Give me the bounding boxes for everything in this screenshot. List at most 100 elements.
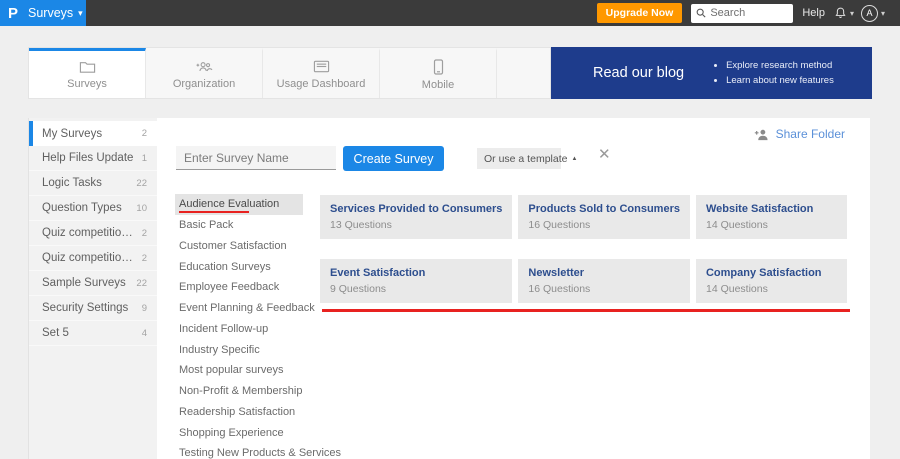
sidebar-item-count: 22 bbox=[136, 277, 147, 289]
category-item-employee-feedback[interactable]: Employee Feedback bbox=[175, 277, 303, 298]
folder-icon bbox=[79, 62, 95, 73]
sidebar-item-quiz-competition-2[interactable]: Quiz competition - ... 2 bbox=[29, 246, 157, 271]
folders-sidebar: My Surveys 2 Help Files Update 1 Logic T… bbox=[28, 118, 157, 459]
upgrade-now-button[interactable]: Upgrade Now bbox=[596, 3, 683, 23]
category-label: Basic Pack bbox=[179, 219, 234, 232]
blog-banner-bullets: Explore research method Learn about new … bbox=[726, 58, 834, 88]
category-label: Audience Evaluation bbox=[179, 198, 280, 211]
search-icon bbox=[696, 8, 706, 18]
close-template-panel-icon[interactable]: ✕ bbox=[598, 147, 611, 162]
sidebar-item-set-5[interactable]: Set 5 4 bbox=[29, 321, 157, 346]
account-menu[interactable]: A ▾ bbox=[859, 4, 890, 22]
tabs-filler bbox=[497, 48, 550, 98]
sidebar-item-logic-tasks[interactable]: Logic Tasks 22 bbox=[29, 171, 157, 196]
sidebar-item-security-settings[interactable]: Security Settings 9 bbox=[29, 296, 157, 321]
bell-chevron-down-icon[interactable]: ▾ bbox=[850, 9, 854, 18]
template-title: Website Satisfaction bbox=[705, 203, 814, 215]
blog-bullet: Explore research method bbox=[726, 58, 834, 73]
category-item-readership-satisfaction[interactable]: Readership Satisfaction bbox=[175, 402, 303, 423]
category-item-non-profit-membership[interactable]: Non-Profit & Membership bbox=[175, 381, 303, 402]
category-item-education-surveys[interactable]: Education Surveys bbox=[175, 256, 303, 277]
annotation-underline bbox=[179, 211, 249, 213]
main-panel: My Surveys 2 Help Files Update 1 Logic T… bbox=[28, 118, 870, 459]
primary-tabs-row: Surveys Organization Usage Dashboard Mob… bbox=[28, 47, 872, 99]
sidebar-item-label: My Surveys bbox=[42, 127, 103, 140]
template-dropdown-label: Or use a template bbox=[484, 152, 568, 165]
category-item-testing-new-products[interactable]: Testing New Products & Services bbox=[175, 443, 341, 459]
template-card-website-satisfaction[interactable]: Website Satisfaction 14 Questions bbox=[695, 195, 847, 239]
tab-usage-dashboard[interactable]: Usage Dashboard bbox=[263, 48, 380, 98]
category-label: Event Planning & Feedback bbox=[179, 302, 315, 315]
notifications-bell-icon[interactable] bbox=[834, 6, 847, 20]
template-title: Products Sold to Consumers bbox=[528, 203, 680, 215]
template-title: Newsletter bbox=[528, 267, 585, 279]
tab-label: Surveys bbox=[67, 78, 107, 90]
sidebar-item-quiz-competition-1[interactable]: Quiz competition - ... 2 bbox=[29, 221, 157, 246]
avatar[interactable]: A bbox=[860, 4, 878, 22]
sidebar-item-label: Quiz competition - ... bbox=[42, 252, 136, 264]
sidebar-item-count: 9 bbox=[141, 302, 147, 314]
sidebar-item-label: Sample Surveys bbox=[42, 277, 126, 289]
category-item-most-popular-surveys[interactable]: Most popular surveys bbox=[175, 360, 303, 381]
category-label: Testing New Products & Services bbox=[179, 447, 342, 459]
sidebar-item-help-files-update[interactable]: Help Files Update 1 bbox=[29, 146, 157, 171]
blog-banner[interactable]: Read our blog Explore research method Le… bbox=[551, 47, 872, 99]
category-label: Customer Satisfaction bbox=[179, 239, 287, 252]
template-card-company-satisfaction[interactable]: Company Satisfaction 14 Questions bbox=[695, 259, 847, 303]
search-input[interactable] bbox=[710, 7, 789, 19]
help-link[interactable]: Help bbox=[802, 7, 825, 19]
template-question-count: 16 Questions bbox=[528, 283, 591, 295]
tab-organization[interactable]: Organization bbox=[146, 48, 263, 98]
template-card-newsletter[interactable]: Newsletter 16 Questions bbox=[518, 259, 690, 303]
tab-surveys[interactable]: Surveys bbox=[29, 48, 146, 98]
sidebar-item-sample-surveys[interactable]: Sample Surveys 22 bbox=[29, 271, 157, 296]
sidebar-item-label: Set 5 bbox=[42, 327, 69, 339]
dashboard-icon bbox=[313, 60, 329, 73]
people-add-icon bbox=[196, 62, 213, 72]
sidebar-item-count: 10 bbox=[136, 202, 147, 214]
category-item-industry-specific[interactable]: Industry Specific bbox=[175, 339, 303, 360]
create-survey-button[interactable]: Create Survey bbox=[343, 146, 444, 171]
product-menu-label: Surveys bbox=[28, 6, 74, 20]
sidebar-item-count: 2 bbox=[141, 227, 147, 239]
mobile-icon bbox=[433, 58, 443, 75]
tab-mobile[interactable]: Mobile bbox=[380, 48, 497, 98]
template-card-products-sold[interactable]: Products Sold to Consumers 16 Questions bbox=[518, 195, 690, 239]
template-title: Company Satisfaction bbox=[705, 267, 822, 279]
sidebar-item-count: 2 bbox=[141, 128, 147, 139]
chevron-up-icon: ▲ bbox=[571, 155, 578, 162]
category-item-customer-satisfaction[interactable]: Customer Satisfaction bbox=[175, 236, 303, 257]
sidebar-item-count: 4 bbox=[141, 327, 147, 339]
sidebar-item-question-types[interactable]: Question Types 10 bbox=[29, 196, 157, 221]
category-item-event-planning-feedback[interactable]: Event Planning & Feedback bbox=[175, 298, 315, 319]
template-card-services-provided[interactable]: Services Provided to Consumers 13 Questi… bbox=[320, 195, 513, 239]
category-item-incident-follow-up[interactable]: Incident Follow-up bbox=[175, 319, 303, 340]
topbar-actions: Upgrade Now Help ▾ A ▾ bbox=[596, 0, 900, 26]
category-label: Employee Feedback bbox=[179, 281, 280, 294]
proprofs-logo: P bbox=[8, 4, 19, 22]
category-item-audience-evaluation[interactable]: Audience Evaluation bbox=[175, 194, 303, 215]
account-chevron-down-icon: ▾ bbox=[880, 8, 885, 18]
sidebar-item-label: Help Files Update bbox=[42, 152, 134, 164]
sidebar-item-count: 1 bbox=[141, 152, 147, 164]
category-item-basic-pack[interactable]: Basic Pack bbox=[175, 215, 303, 236]
share-folder-button[interactable]: Share Folder bbox=[754, 127, 845, 141]
template-cards-grid: Services Provided to Consumers 13 Questi… bbox=[320, 195, 847, 303]
product-switcher[interactable]: P Surveys ▾ bbox=[0, 0, 86, 26]
template-question-count: 14 Questions bbox=[705, 219, 768, 231]
sidebar-item-my-surveys[interactable]: My Surveys 2 bbox=[29, 121, 157, 146]
survey-name-input[interactable] bbox=[176, 146, 336, 170]
search-box[interactable] bbox=[691, 3, 794, 23]
sidebar-item-label: Question Types bbox=[42, 202, 122, 214]
template-question-count: 16 Questions bbox=[528, 219, 591, 231]
category-item-shopping-experience[interactable]: Shopping Experience bbox=[175, 422, 303, 443]
blog-bullet: Learn about new features bbox=[726, 73, 834, 88]
share-folder-label: Share Folder bbox=[775, 127, 845, 141]
template-title: Services Provided to Consumers bbox=[330, 203, 503, 215]
template-card-event-satisfaction[interactable]: Event Satisfaction 9 Questions bbox=[320, 259, 513, 303]
template-categories-list: Audience Evaluation Basic Pack Customer … bbox=[175, 194, 341, 459]
tab-label: Mobile bbox=[421, 78, 455, 91]
sidebar-item-label: Quiz competition - ... bbox=[42, 227, 136, 239]
template-dropdown[interactable]: Or use a template ▲ bbox=[477, 148, 577, 169]
category-label: Shopping Experience bbox=[179, 426, 284, 439]
